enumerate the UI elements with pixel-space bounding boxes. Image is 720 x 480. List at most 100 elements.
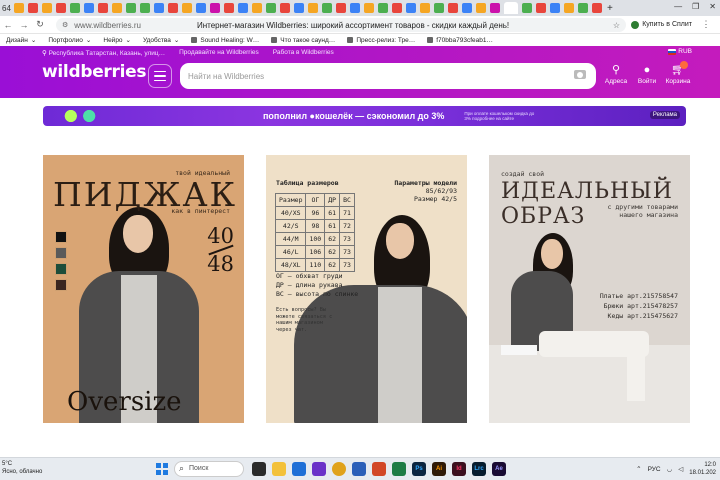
taskbar-search[interactable]: Поиск [174,461,244,477]
tab-favicon[interactable] [550,3,560,13]
tab-favicon[interactable] [336,3,346,13]
tab-favicon[interactable] [490,3,500,13]
url-text[interactable]: www.wildberries.ru [74,21,141,30]
tab-favicon[interactable] [378,3,388,13]
tab-favicon[interactable] [238,3,248,13]
tab-favicon[interactable] [392,3,402,13]
color-swatch[interactable] [55,231,67,243]
tab-favicon[interactable] [210,3,220,13]
tab-favicon[interactable] [126,3,136,13]
color-swatch[interactable] [55,247,67,259]
close-button[interactable]: ✕ [709,2,716,11]
split-extension[interactable]: Купить в Сплит [631,20,692,29]
product-card-size-chart[interactable]: Таблица размеров Параметры модели 85/62/… [266,155,467,423]
product-card-outfit[interactable]: создай свой ИДЕАЛЬНЫЙ ОБРАЗ с другими то… [489,155,690,423]
after-effects-icon[interactable]: Ae [492,462,506,476]
file-explorer-icon[interactable] [252,462,266,476]
media-icon[interactable] [312,462,326,476]
tab-favicon[interactable] [420,3,430,13]
volume-icon[interactable]: ◁ [678,465,683,473]
tab-favicon[interactable] [406,3,416,13]
bookmark-item[interactable]: Дизайн ⌄ [6,36,36,45]
bookmark-item[interactable]: Пресс-релиз: Тре… [347,37,415,44]
tab-favicon[interactable] [308,3,318,13]
tab-favicon[interactable] [294,3,304,13]
new-tab-button[interactable]: + [607,3,613,14]
tab-favicon[interactable] [84,3,94,13]
tab-favicon[interactable] [252,3,262,13]
tab-favicon[interactable] [28,3,38,13]
tab-favicon[interactable] [154,3,164,13]
bookmark-item[interactable]: Что такое саунд… [271,37,335,44]
tab-favicon[interactable] [70,3,80,13]
windows-start-icon[interactable] [156,463,168,475]
bookmark-item[interactable]: f70bba793cfeab1… [427,37,493,44]
currency-selector[interactable]: RUB [668,48,692,55]
word-icon[interactable] [352,462,366,476]
tab-count[interactable]: 64 [2,4,12,13]
excel-icon[interactable] [392,462,406,476]
tab-favicon[interactable] [98,3,108,13]
tab-favicon[interactable] [322,3,332,13]
indesign-icon[interactable]: Id [452,462,466,476]
site-logo[interactable]: wildberries [42,62,146,82]
back-icon[interactable]: ← [0,20,16,30]
chrome-icon[interactable] [332,462,346,476]
tab-favicon[interactable] [140,3,150,13]
minimize-button[interactable]: — [674,2,682,11]
tab-favicon[interactable] [14,3,24,13]
lightroom-classic-icon[interactable]: Lrc [472,462,486,476]
product-card-jacket[interactable]: твой идеальный ПИДЖАК как в пинтерест 40… [43,155,244,423]
store-icon[interactable] [292,462,306,476]
tab-favicon[interactable] [434,3,444,13]
tab-favicon[interactable] [112,3,122,13]
weather-widget[interactable]: 5°C Ясно, облачно [2,460,42,476]
ad-label[interactable]: Реклама [649,111,680,119]
tray-expand-icon[interactable]: ⌃ [636,465,641,473]
forward-icon[interactable]: → [16,20,32,30]
work-link[interactable]: Работа в Wildberries [273,49,334,57]
tab-favicon[interactable] [266,3,276,13]
tab-favicon[interactable] [476,3,486,13]
tab-favicon[interactable] [592,3,602,13]
omnibox[interactable]: ⚙ www.wildberries.ru Интернет-магазин Wi… [56,18,626,32]
location-link[interactable]: ⚲ Республика Татарстан, Казань, улиц… [42,49,165,57]
powerpoint-icon[interactable] [372,462,386,476]
promo-banner[interactable]: пополнил ●кошелёк — сэкономил до 3% При … [43,106,686,126]
bookmark-item[interactable]: Удобства ⌄ [143,36,179,45]
language-indicator[interactable]: РУС [648,466,661,473]
maximize-button[interactable]: ❐ [692,2,699,11]
tab-favicon[interactable] [42,3,52,13]
tab-favicon[interactable] [168,3,178,13]
folder-icon[interactable] [272,462,286,476]
tab-favicon[interactable] [56,3,66,13]
active-tab[interactable] [504,2,518,14]
tab-favicon[interactable] [280,3,290,13]
tab-favicon[interactable] [448,3,458,13]
tab-favicon[interactable] [182,3,192,13]
tab-favicon[interactable] [224,3,234,13]
tab-favicon[interactable] [522,3,532,13]
bookmark-item[interactable]: Sound Healing: W… [191,37,259,44]
network-icon[interactable]: ◡ [667,465,673,473]
menu-kebab-icon[interactable]: ⋮ [698,19,714,30]
sell-link[interactable]: Продавайте на Wildberries [179,49,259,57]
bookmark-item[interactable]: Нейро ⌄ [103,36,131,45]
tab-favicon[interactable] [578,3,588,13]
color-swatch[interactable] [55,263,67,275]
tab-favicon[interactable] [196,3,206,13]
reload-icon[interactable]: ↻ [32,19,48,30]
tab-favicon[interactable] [364,3,374,13]
bookmark-item[interactable]: Портфолио ⌄ [48,36,91,45]
photoshop-icon[interactable]: Ps [412,462,426,476]
tab-favicon[interactable] [564,3,574,13]
cart-button[interactable]: 🛒︎ Корзина [658,61,698,85]
tab-favicon[interactable] [350,3,360,13]
tab-favicon[interactable] [462,3,472,13]
catalog-menu-button[interactable] [148,64,172,88]
site-info-icon[interactable]: ⚙ [62,21,68,29]
tab-favicon[interactable] [536,3,546,13]
clock[interactable]: 12:0 18.01.202 [689,461,716,477]
illustrator-icon[interactable]: Ai [432,462,446,476]
camera-search-icon[interactable] [574,70,586,79]
